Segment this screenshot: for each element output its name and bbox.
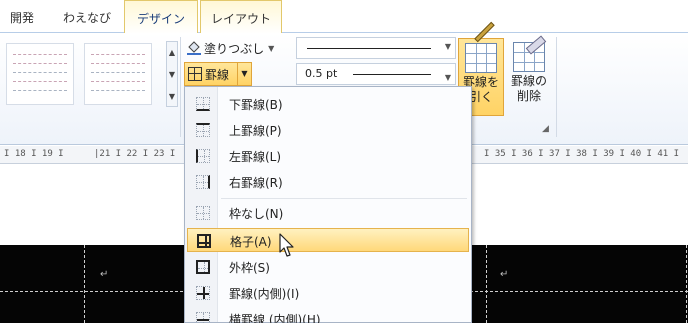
menu-item-inside-borders[interactable]: 罫線(内側)(I) <box>187 281 469 305</box>
dialog-launcher-icon[interactable]: ◢ <box>542 124 549 134</box>
shading-button[interactable]: 塗りつぶし ▼ <box>186 38 274 58</box>
borders-label: 罫線 <box>205 67 230 82</box>
tab-developer[interactable]: 開発 <box>0 0 44 34</box>
eraser-label-2: 削除 <box>516 89 541 103</box>
group-separator <box>180 37 181 137</box>
line-style-select[interactable]: ▼ <box>296 37 456 59</box>
all-borders-icon <box>188 67 202 81</box>
weight-line-preview <box>353 74 431 75</box>
gallery-more-icon[interactable]: ▼ <box>167 86 177 108</box>
tab-waenavi[interactable]: わえなび <box>52 0 122 34</box>
borders-menu: 下罫線(B) 上罫線(P) 左罫線(L) 右罫線(R) 枠なし(N) 格子(A)… <box>184 86 472 323</box>
draw-table-icon <box>465 21 497 73</box>
group-separator <box>556 37 557 137</box>
no-border-icon <box>196 206 210 220</box>
menu-item-top-border[interactable]: 上罫線(P) <box>187 118 469 142</box>
menu-item-outside-borders[interactable]: 外枠(S) <box>187 255 469 279</box>
border-top-icon <box>196 123 210 137</box>
border-bottom-icon <box>196 97 210 111</box>
chevron-down-icon: ▼ <box>444 42 451 51</box>
shading-label: 塗りつぶし <box>204 41 265 56</box>
ribbon-tab-bar: 開発 わえなび デザイン レイアウト <box>0 0 688 34</box>
line-weight-value: 0.5 pt <box>305 67 338 80</box>
paragraph-mark: ↵ <box>500 269 509 280</box>
ruler-ticks: I 18 I 19 I <box>4 149 64 159</box>
eraser-label: 罫線の <box>510 74 547 88</box>
eraser-button[interactable]: 罫線の 削除 <box>506 35 552 116</box>
border-left-icon <box>196 149 210 163</box>
menu-separator <box>221 198 467 199</box>
menu-item-right-border[interactable]: 右罫線(R) <box>187 170 469 194</box>
chevron-down-icon[interactable]: ▼ <box>237 63 251 85</box>
inside-horizontal-border-icon <box>196 312 210 323</box>
menu-item-left-border[interactable]: 左罫線(L) <box>187 144 469 168</box>
scroll-down-icon[interactable]: ▼ <box>167 64 177 86</box>
chevron-down-icon: ▼ <box>268 43 275 53</box>
ruler-ticks: |21 I 22 I 23 I <box>94 149 176 159</box>
tab-design[interactable]: デザイン <box>124 0 198 34</box>
border-right-icon <box>196 175 210 189</box>
eraser-icon <box>513 35 547 72</box>
line-weight-select[interactable]: 0.5 pt ▼ <box>296 63 456 85</box>
scroll-up-icon[interactable]: ▲ <box>167 42 177 64</box>
gallery-scrollbar[interactable]: ▲ ▼ ▼ <box>166 41 178 107</box>
tab-layout[interactable]: レイアウト <box>200 0 282 34</box>
inside-borders-icon <box>196 286 210 300</box>
table-style-thumbnail[interactable] <box>6 43 74 105</box>
borders-button[interactable]: 罫線 ▼ <box>184 62 252 86</box>
paragraph-mark: ↵ <box>100 269 109 280</box>
solid-line-preview <box>307 48 431 49</box>
paint-bucket-icon <box>186 41 202 55</box>
all-borders-icon <box>197 234 211 248</box>
outside-borders-icon <box>196 260 210 274</box>
chevron-down-icon: ▼ <box>444 73 451 82</box>
ruler-ticks: I 35 I 36 I 37 I 38 I 39 I 40 I 41 I <box>484 149 680 159</box>
menu-item-inside-horizontal-border[interactable]: 横罫線 (内側)(H) <box>187 307 469 323</box>
mouse-pointer-icon <box>279 233 294 257</box>
table-style-thumbnail[interactable] <box>84 43 152 105</box>
menu-item-bottom-border[interactable]: 下罫線(B) <box>187 92 469 116</box>
menu-item-no-border[interactable]: 枠なし(N) <box>187 201 469 225</box>
menu-item-all-borders[interactable]: 格子(A) <box>187 228 469 252</box>
